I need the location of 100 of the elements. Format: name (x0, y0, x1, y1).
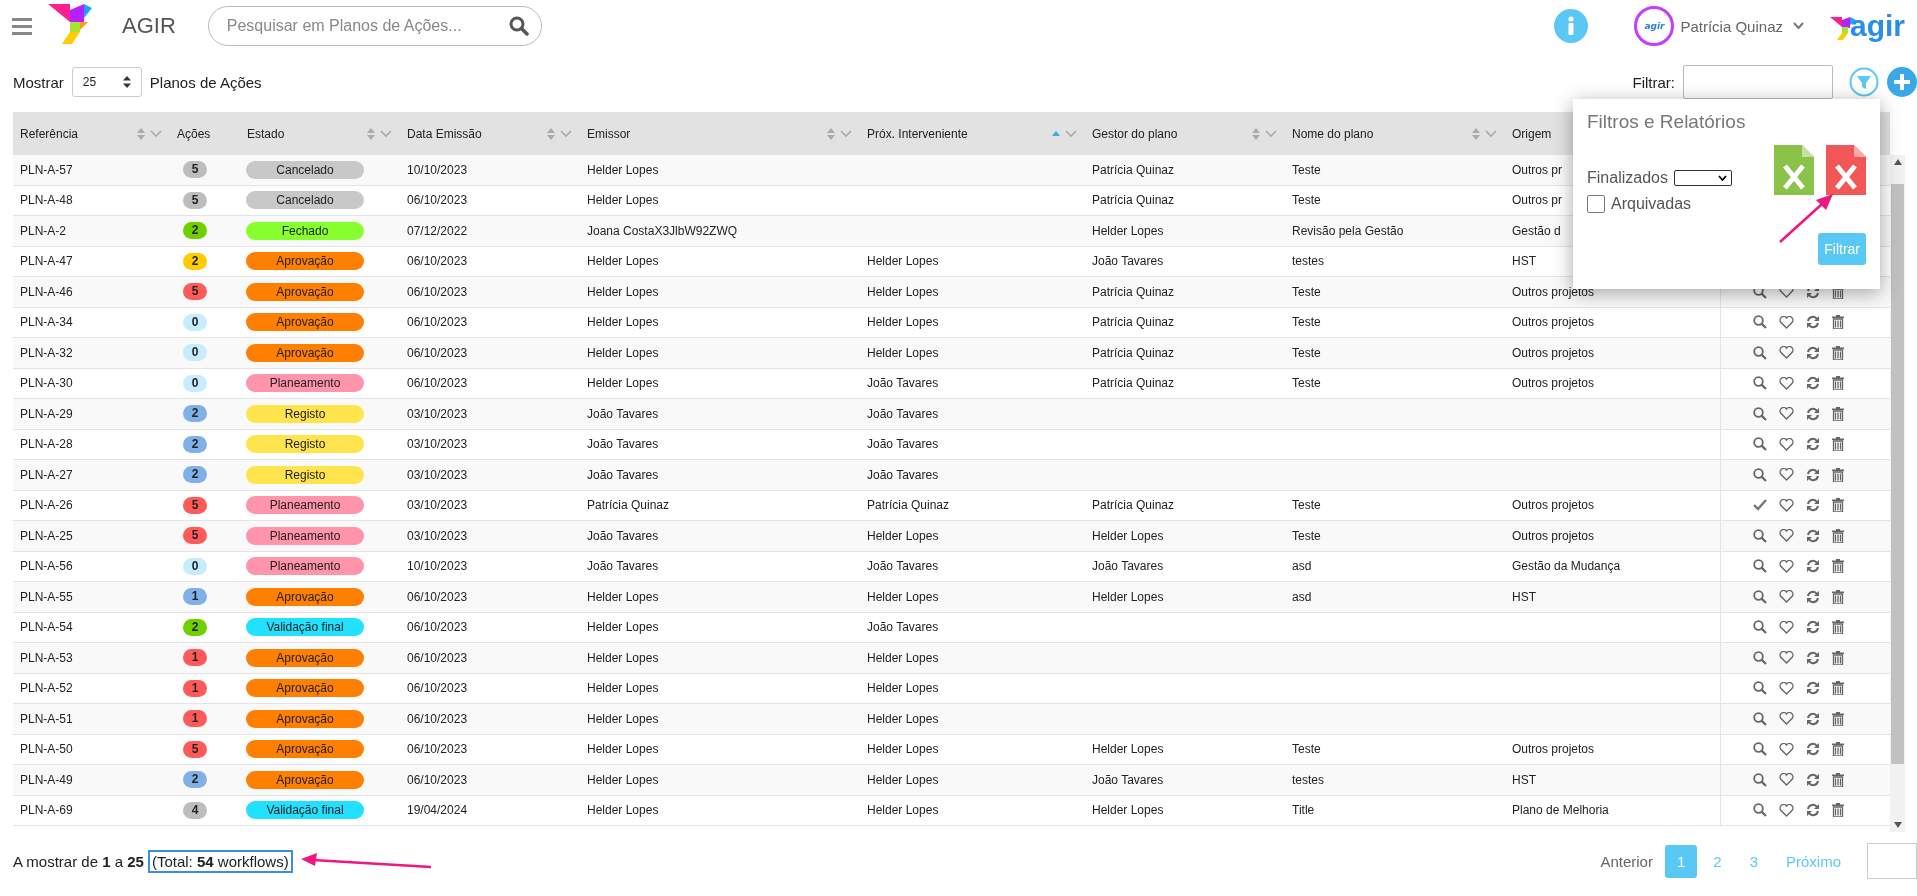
refresh-icon[interactable] (1806, 528, 1820, 543)
spreadsheet-file-icon[interactable] (1826, 145, 1866, 195)
finalized-select[interactable] (1673, 170, 1732, 186)
manager-cell: Patrícia Quinaz (1092, 162, 1175, 177)
refresh-icon[interactable] (1806, 345, 1820, 360)
refresh-icon[interactable] (1806, 589, 1820, 604)
heart-icon[interactable] (1779, 742, 1794, 756)
trash-icon[interactable] (1832, 315, 1844, 330)
assignee-cell: Helder Lopes (867, 772, 939, 787)
menu-icon[interactable] (12, 17, 32, 35)
trash-icon[interactable] (1832, 589, 1844, 604)
issuer-cell: Helder Lopes (587, 620, 659, 635)
refresh-icon[interactable] (1806, 742, 1820, 757)
search-icon[interactable] (1753, 345, 1767, 360)
scroll-down-icon[interactable] (1893, 822, 1902, 828)
heart-icon[interactable] (1779, 681, 1794, 695)
column-header[interactable]: Ações (170, 112, 240, 155)
search-icon[interactable] (1753, 772, 1767, 787)
chevron-down-icon[interactable] (1717, 175, 1727, 181)
search-icon[interactable] (1753, 803, 1767, 818)
trash-icon[interactable] (1832, 559, 1844, 574)
refresh-icon[interactable] (1806, 650, 1820, 665)
search-icon[interactable] (1753, 467, 1767, 482)
status-pill: Cancelado (246, 191, 364, 210)
reference-cell: PLN-A-30 (20, 376, 73, 391)
heart-icon[interactable] (1779, 529, 1794, 543)
refresh-icon[interactable] (1806, 681, 1820, 696)
filter-field[interactable] (1683, 65, 1833, 99)
refresh-icon[interactable] (1806, 772, 1820, 787)
search-icon[interactable] (508, 16, 529, 36)
scrollbar[interactable] (1890, 155, 1905, 832)
scroll-up-icon[interactable] (1893, 159, 1902, 165)
heart-icon[interactable] (1779, 376, 1794, 390)
heart-icon[interactable] (1779, 559, 1794, 573)
issuer-cell: Helder Lopes (587, 803, 659, 818)
search-icon[interactable] (1753, 681, 1767, 696)
search-icon[interactable] (1753, 315, 1767, 330)
heart-icon[interactable] (1779, 590, 1794, 604)
page-size-select[interactable]: 25 (71, 67, 142, 97)
archived-checkbox[interactable] (1587, 195, 1605, 213)
search-icon[interactable] (1753, 406, 1767, 421)
refresh-icon[interactable] (1806, 315, 1820, 330)
search-icon[interactable] (1753, 559, 1767, 574)
search-icon[interactable] (1753, 376, 1767, 391)
up-down-arrows-icon[interactable] (122, 76, 131, 88)
search-icon[interactable] (1753, 528, 1767, 543)
heart-icon[interactable] (1779, 315, 1794, 329)
trash-icon[interactable] (1832, 467, 1844, 482)
heart-icon[interactable] (1779, 407, 1794, 421)
trash-icon[interactable] (1832, 650, 1844, 665)
page-input[interactable] (1867, 843, 1917, 879)
plan-name-cell: Teste (1292, 345, 1321, 360)
search-icon[interactable] (1753, 711, 1767, 726)
refresh-icon[interactable] (1806, 803, 1820, 818)
heart-icon[interactable] (1779, 712, 1794, 726)
refresh-icon[interactable] (1806, 620, 1820, 635)
plus-icon[interactable] (1887, 67, 1917, 97)
search-icon[interactable] (1753, 620, 1767, 635)
trash-icon[interactable] (1832, 742, 1844, 757)
trash-icon[interactable] (1832, 406, 1844, 421)
heart-icon[interactable] (1779, 620, 1794, 634)
trash-icon[interactable] (1832, 437, 1844, 452)
trash-icon[interactable] (1832, 681, 1844, 696)
show-label: Mostrar (13, 73, 64, 91)
trash-icon[interactable] (1832, 620, 1844, 635)
user-menu[interactable]: Patrícia Quinaz (1680, 17, 1783, 35)
plan-name-cell: Teste (1292, 376, 1321, 391)
refresh-icon[interactable] (1806, 437, 1820, 452)
search-icon[interactable] (1753, 437, 1767, 452)
refresh-icon[interactable] (1806, 406, 1820, 421)
heart-icon[interactable] (1779, 468, 1794, 482)
origin-cell: HST (1512, 254, 1536, 269)
heart-icon[interactable] (1779, 498, 1794, 512)
heart-icon[interactable] (1779, 651, 1794, 665)
refresh-icon[interactable] (1806, 467, 1820, 482)
trash-icon[interactable] (1832, 498, 1844, 513)
search-icon[interactable] (1753, 742, 1767, 757)
checkmark-icon[interactable] (1753, 498, 1767, 513)
trash-icon[interactable] (1832, 528, 1844, 543)
trash-icon[interactable] (1832, 345, 1844, 360)
trash-icon[interactable] (1832, 803, 1844, 818)
heart-icon[interactable] (1779, 803, 1794, 817)
search-icon[interactable] (1753, 589, 1767, 604)
user-avatar[interactable]: agir (1634, 6, 1675, 46)
scrollbar-thumb[interactable] (1891, 183, 1904, 764)
heart-icon[interactable] (1779, 346, 1794, 360)
refresh-icon[interactable] (1806, 559, 1820, 574)
refresh-icon[interactable] (1806, 711, 1820, 726)
search-icon[interactable] (1753, 650, 1767, 665)
status-pill: Registo (246, 465, 364, 484)
trash-icon[interactable] (1832, 376, 1844, 391)
date-cell: 03/10/2023 (407, 528, 468, 543)
refresh-icon[interactable] (1806, 498, 1820, 513)
heart-icon[interactable] (1779, 773, 1794, 787)
trash-icon[interactable] (1832, 772, 1844, 787)
issuer-cell: Helder Lopes (587, 589, 659, 604)
heart-icon[interactable] (1779, 437, 1794, 451)
trash-icon[interactable] (1832, 711, 1844, 726)
refresh-icon[interactable] (1806, 376, 1820, 391)
status-pill: Aprovação (246, 648, 364, 667)
